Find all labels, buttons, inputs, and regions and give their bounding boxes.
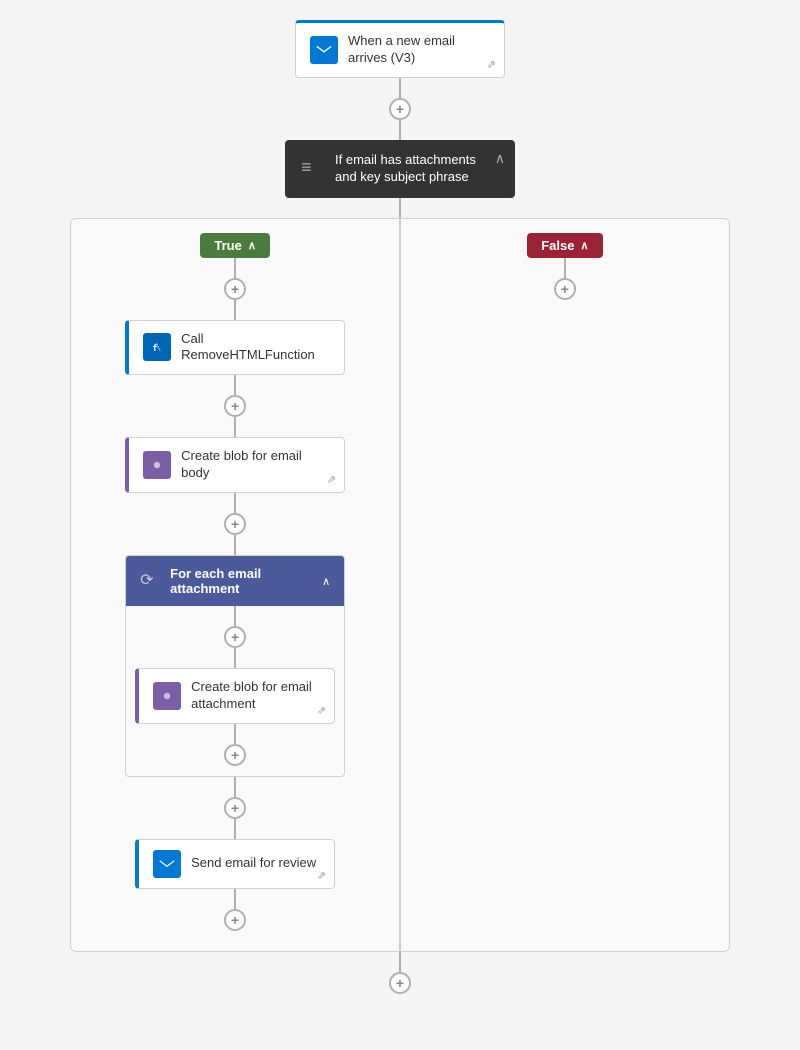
- add-loop-2[interactable]: +: [224, 744, 246, 766]
- loop-body: + Create blob for email attachment ⇗: [126, 606, 344, 766]
- condition-icon: ≡: [301, 157, 325, 181]
- true-branch-header[interactable]: True ∧: [200, 233, 270, 258]
- send-email-link-icon: ⇗: [317, 869, 326, 882]
- connector-true-1: +: [224, 258, 246, 320]
- false-branch-header[interactable]: False ∧: [527, 233, 602, 258]
- true-collapse-icon: ∧: [248, 239, 256, 252]
- svg-text:f: f: [152, 344, 157, 354]
- condition-collapse-icon[interactable]: ∧: [495, 150, 505, 167]
- add-final[interactable]: +: [389, 972, 411, 994]
- line: [234, 606, 236, 626]
- add-true-1[interactable]: +: [224, 278, 246, 300]
- line: [399, 78, 401, 98]
- create-blob-body-card[interactable]: Create blob for email body ⇗: [125, 437, 345, 493]
- line: [234, 375, 236, 395]
- add-true-4[interactable]: +: [224, 797, 246, 819]
- condition-card[interactable]: ≡ If email has attachments and key subje…: [285, 140, 515, 198]
- line: [399, 952, 401, 972]
- line: [564, 258, 566, 278]
- line: [234, 777, 236, 797]
- create-blob-attachment-card[interactable]: Create blob for email attachment ⇗: [135, 668, 335, 724]
- trigger-link-icon: ⇗: [487, 58, 496, 71]
- blob-attachment-link-icon: ⇗: [317, 704, 326, 717]
- line: [399, 198, 401, 218]
- function-icon: f: [143, 333, 171, 361]
- trigger-label: When a new email arrives (V3): [348, 33, 490, 67]
- connector-1: +: [389, 78, 411, 140]
- condition-label: If email has attachments and key subject…: [335, 152, 499, 186]
- for-each-header[interactable]: ⟳ For each email attachment ∧: [126, 556, 344, 606]
- connector-true-3: +: [224, 493, 246, 555]
- branches-container: True ∧ + f Call RemoveHTMLFunction: [70, 218, 730, 952]
- add-true-bottom[interactable]: +: [224, 909, 246, 931]
- send-email-card[interactable]: Send email for review ⇗: [135, 839, 335, 889]
- false-branch: False ∧ +: [401, 219, 729, 320]
- line: [234, 724, 236, 744]
- connector-final: +: [389, 952, 411, 994]
- outlook-icon-2: [153, 850, 181, 878]
- branch-divider: [399, 219, 401, 951]
- add-false-1[interactable]: +: [554, 278, 576, 300]
- add-step-1[interactable]: +: [389, 98, 411, 120]
- connector-true-2: +: [224, 375, 246, 437]
- blob-body-link-icon: ⇗: [327, 473, 336, 486]
- line: [234, 258, 236, 278]
- connector-false-1: +: [554, 258, 576, 300]
- for-each-loop: ⟳ For each email attachment ∧ +: [125, 555, 345, 777]
- connector-2: [399, 198, 401, 218]
- for-each-label: For each email attachment: [170, 566, 322, 596]
- create-blob-attachment-label: Create blob for email attachment: [191, 679, 320, 713]
- send-email-label: Send email for review: [191, 855, 316, 872]
- call-function-card[interactable]: f Call RemoveHTMLFunction: [125, 320, 345, 376]
- connector-true-bottom: +: [224, 889, 246, 931]
- add-true-2[interactable]: +: [224, 395, 246, 417]
- false-collapse-icon: ∧: [580, 239, 588, 252]
- line: [234, 417, 236, 437]
- flow-canvas: When a new email arrives (V3) ⇗ + ≡ If e…: [0, 20, 800, 994]
- outlook-icon: [310, 36, 338, 64]
- add-loop-1[interactable]: +: [224, 626, 246, 648]
- call-function-label: Call RemoveHTMLFunction: [181, 331, 330, 365]
- true-branch: True ∧ + f Call RemoveHTMLFunction: [71, 219, 399, 951]
- line: [399, 120, 401, 140]
- create-blob-body-label: Create blob for email body: [181, 448, 330, 482]
- connector-loop-2: +: [224, 724, 246, 766]
- for-each-header-left: ⟳ For each email attachment: [140, 566, 322, 596]
- false-label: False: [541, 238, 574, 253]
- line: [234, 648, 236, 668]
- true-label: True: [214, 238, 241, 253]
- connector-loop-1: +: [224, 606, 246, 668]
- trigger-card[interactable]: When a new email arrives (V3) ⇗: [295, 20, 505, 78]
- line: [234, 819, 236, 839]
- loop-collapse-icon[interactable]: ∧: [322, 575, 330, 588]
- line: [234, 300, 236, 320]
- loop-icon: ⟳: [140, 570, 162, 592]
- connector-true-4: +: [224, 777, 246, 839]
- line: [234, 889, 236, 909]
- azure-blob-icon-1: [143, 451, 171, 479]
- line: [234, 535, 236, 555]
- azure-blob-icon-2: [153, 682, 181, 710]
- add-true-3[interactable]: +: [224, 513, 246, 535]
- line: [234, 493, 236, 513]
